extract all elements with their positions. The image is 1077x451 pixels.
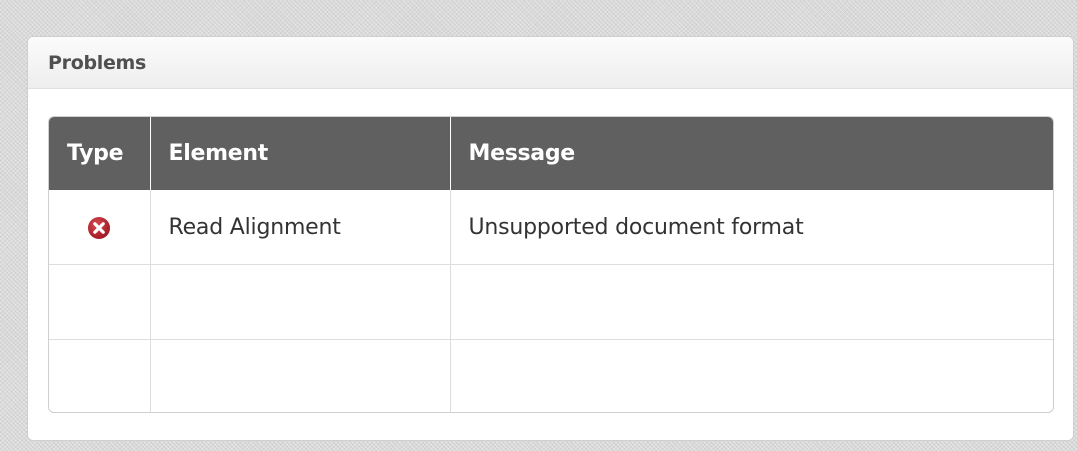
element-cell: [150, 339, 451, 412]
column-header-element[interactable]: Element: [150, 117, 451, 190]
element-cell: [150, 264, 451, 340]
table-row[interactable]: [49, 339, 1053, 412]
column-header-message[interactable]: Message: [450, 117, 1053, 190]
message-cell: Unsupported document format: [468, 214, 804, 240]
message-cell: [450, 339, 1053, 412]
table-header-row: Type Element Message: [49, 117, 1053, 190]
table-row[interactable]: Read Alignment Unsupported document form…: [49, 190, 1053, 265]
element-cell: Read Alignment: [150, 190, 451, 265]
panel-header: Problems: [28, 37, 1073, 89]
panel-title: Problems: [48, 51, 147, 74]
type-cell: [49, 190, 151, 265]
column-header-type[interactable]: Type: [49, 117, 151, 190]
problems-panel: Problems Type Element Message Read Align…: [27, 36, 1074, 441]
type-cell: [49, 339, 151, 412]
message-cell: [450, 264, 1053, 340]
table-row[interactable]: [49, 264, 1053, 340]
problems-table: Type Element Message Read Alignment Unsu…: [48, 116, 1054, 413]
type-cell: [49, 264, 151, 340]
error-icon: [88, 216, 111, 239]
